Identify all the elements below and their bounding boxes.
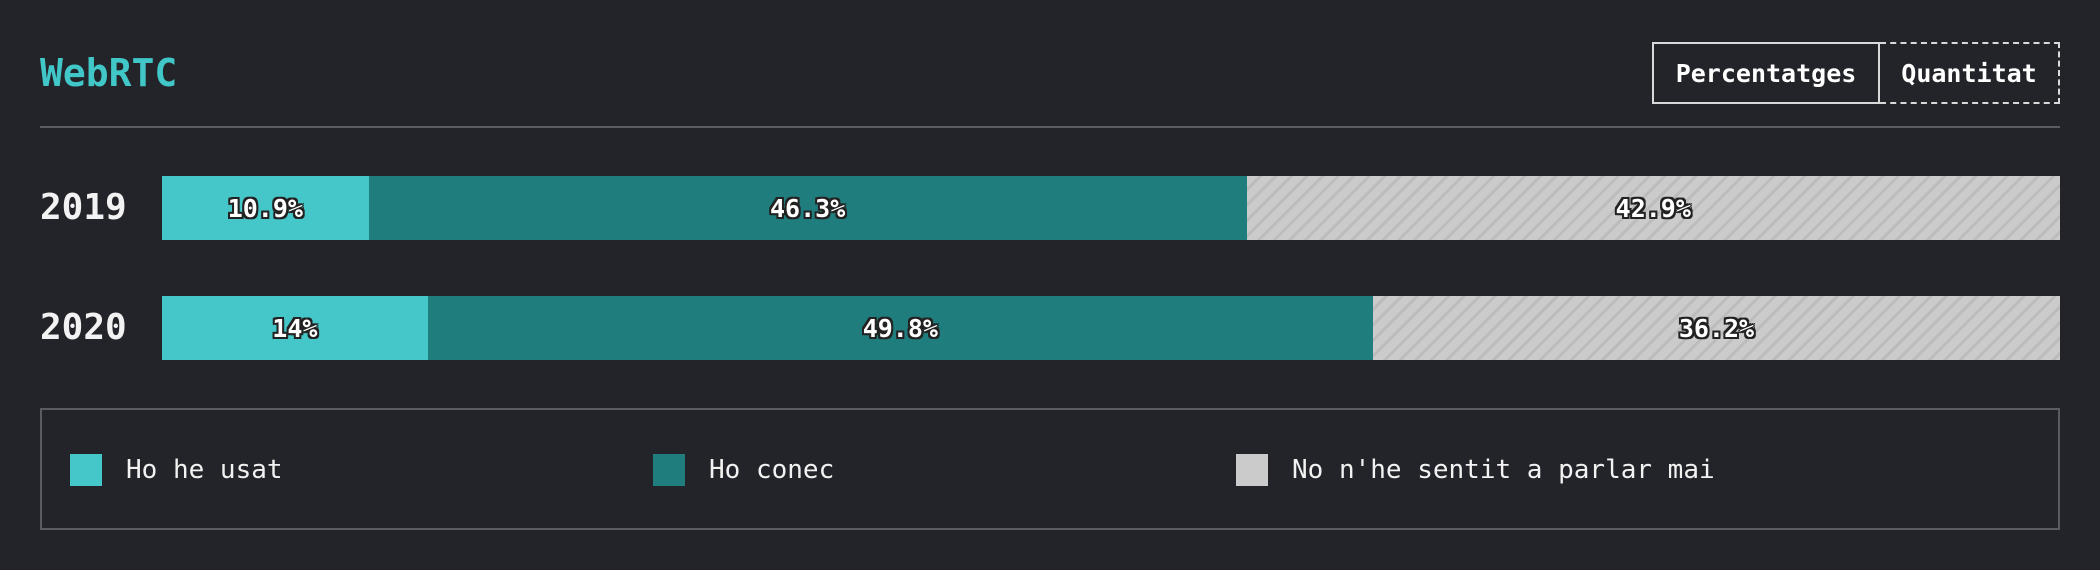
legend-item-known[interactable]: Ho conec (653, 454, 834, 486)
data-label-2020-used: 14% (272, 313, 318, 343)
chart-card: WebRTC Percentatges Quantitat 2019 10.9% 4… (0, 0, 2100, 570)
bar-segment-2020-never-heard[interactable]: 36.2% (1372, 296, 2060, 360)
data-label-2019-known: 46.3% (769, 193, 846, 223)
data-label-2020-known: 49.8% (862, 313, 938, 343)
legend-swatch-known (653, 454, 685, 486)
bar-segment-2019-used[interactable]: 10.9% (162, 176, 369, 240)
legend-label-used: Ho he usat (126, 455, 283, 485)
legend-label-never-heard: No n'he sentit a parlar mai (1292, 455, 1715, 485)
row-label-2019: 2019 (40, 187, 127, 228)
data-label-2019-used: 10.9% (227, 193, 303, 223)
legend-swatch-never-heard (1236, 454, 1268, 486)
legend-swatch-used (70, 454, 102, 486)
bar-2020: 14% 49.8% 36.2% (162, 296, 2060, 360)
stacked-bar-chart: 2019 10.9% 46.3% 42.9% 2020 14% 49.8% 36.2% (0, 0, 2100, 400)
legend-item-used[interactable]: Ho he usat (70, 454, 283, 486)
row-label-2020: 2020 (40, 307, 127, 348)
bar-segment-2019-known[interactable]: 46.3% (368, 176, 1247, 240)
legend-item-never-heard[interactable]: No n'he sentit a parlar mai (1236, 454, 1715, 486)
data-label-2019-never-heard: 42.9% (1615, 193, 1691, 223)
data-label-2020-never-heard: 36.2% (1678, 313, 1755, 343)
bar-2019: 10.9% 46.3% 42.9% (162, 176, 2060, 240)
legend-label-known: Ho conec (709, 455, 835, 485)
bar-segment-2019-never-heard[interactable]: 42.9% (1246, 176, 2060, 240)
bar-segment-2020-known[interactable]: 49.8% (427, 296, 1373, 360)
legend: Ho he usat Ho conec No n'he sentit a par… (40, 408, 2060, 530)
bar-segment-2020-used[interactable]: 14% (162, 296, 428, 360)
